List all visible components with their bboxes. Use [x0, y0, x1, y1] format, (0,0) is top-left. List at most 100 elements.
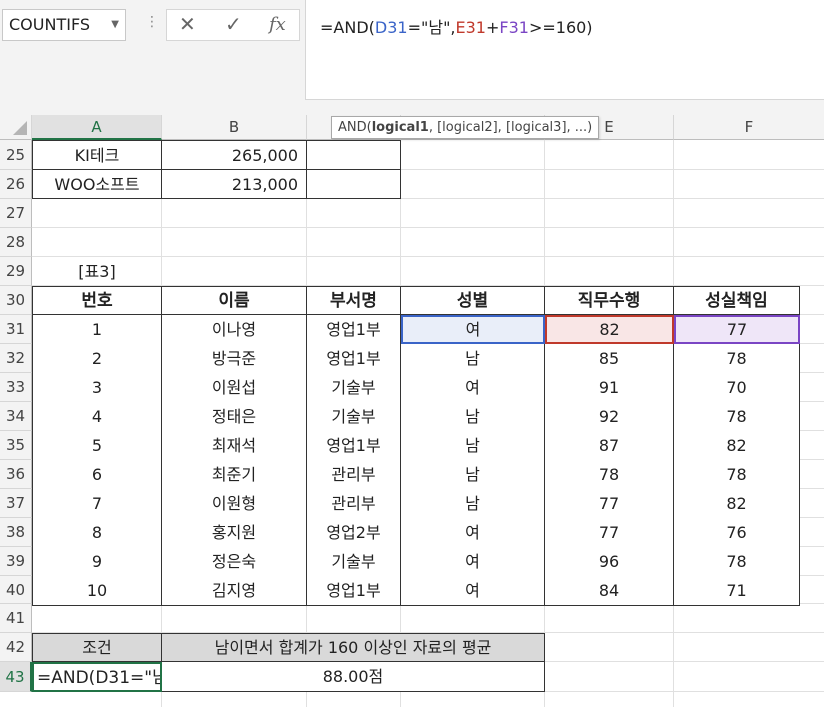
table-cell[interactable]: 91 [545, 373, 674, 402]
table-cell[interactable]: 정은숙 [162, 547, 307, 576]
table-cell[interactable]: 홍지원 [162, 518, 307, 547]
table-cell[interactable]: 78 [674, 402, 800, 431]
company-name-cell[interactable]: WOO소프트 [32, 170, 162, 199]
table-cell[interactable]: 남 [401, 489, 545, 518]
table-cell[interactable]: 96 [545, 547, 674, 576]
row-header[interactable]: 29 [0, 257, 32, 286]
table-cell[interactable]: 남 [401, 344, 545, 373]
table-cell[interactable]: 정태은 [162, 402, 307, 431]
table-cell[interactable]: 관리부 [307, 460, 401, 489]
table-cell[interactable]: 이나영 [162, 315, 307, 344]
insert-function-icon[interactable]: fx [269, 14, 286, 35]
row-header[interactable]: 40 [0, 576, 32, 604]
table-cell[interactable]: 78 [674, 460, 800, 489]
active-cell-editor[interactable]: =AND(D31="남 [32, 662, 162, 692]
row-header[interactable]: 37 [0, 489, 32, 518]
table-cell[interactable]: 9 [32, 547, 162, 576]
table-cell[interactable]: 1 [32, 315, 162, 344]
table-cell[interactable]: 영업1부 [307, 315, 401, 344]
empty-cell[interactable] [307, 140, 401, 170]
company-value-cell[interactable]: 213,000 [162, 170, 307, 199]
table-cell[interactable]: 78 [674, 547, 800, 576]
chevron-down-icon[interactable]: ▼ [111, 10, 119, 40]
result-value[interactable]: 88.00점 [162, 662, 545, 692]
table-cell[interactable]: 이원섭 [162, 373, 307, 402]
table-header-cell[interactable]: 성실책임 [674, 286, 800, 315]
table-header-cell[interactable]: 번호 [32, 286, 162, 315]
table-cell[interactable]: 76 [674, 518, 800, 547]
table-cell[interactable]: 최재석 [162, 431, 307, 460]
table-cell[interactable]: 84 [545, 576, 674, 606]
table-header-cell[interactable]: 성별 [401, 286, 545, 315]
criteria-label[interactable]: 조건 [32, 633, 162, 662]
table-cell[interactable]: 3 [32, 373, 162, 402]
table-cell[interactable]: 77 [674, 315, 800, 344]
table-cell[interactable]: 82 [545, 315, 674, 344]
result-header[interactable]: 남이면서 합계가 160 이상인 자료의 평균 [162, 633, 545, 662]
table-cell[interactable]: 최준기 [162, 460, 307, 489]
table-cell[interactable]: 8 [32, 518, 162, 547]
table-cell[interactable]: 남 [401, 431, 545, 460]
table-cell[interactable]: 이원형 [162, 489, 307, 518]
row-header[interactable]: 28 [0, 228, 32, 257]
table-cell[interactable]: 영업1부 [307, 576, 401, 606]
row-header[interactable]: 34 [0, 402, 32, 431]
more-options-icon[interactable]: ⋮ [145, 14, 159, 30]
table-cell[interactable]: 70 [674, 373, 800, 402]
table-header-cell[interactable]: 이름 [162, 286, 307, 315]
table-title[interactable]: [표3] [32, 257, 162, 286]
table-cell[interactable]: 78 [674, 344, 800, 373]
column-header-b[interactable]: B [162, 115, 307, 140]
table-cell[interactable]: 6 [32, 460, 162, 489]
table-cell[interactable]: 여 [401, 547, 545, 576]
row-header[interactable]: 31 [0, 315, 32, 344]
table-cell[interactable]: 김지영 [162, 576, 307, 606]
table-cell[interactable]: 관리부 [307, 489, 401, 518]
cancel-icon[interactable]: ✕ [179, 12, 196, 36]
table-cell[interactable]: 기술부 [307, 547, 401, 576]
table-cell[interactable]: 10 [32, 576, 162, 606]
table-cell[interactable]: 71 [674, 576, 800, 606]
row-header[interactable]: 39 [0, 547, 32, 576]
row-header[interactable]: 27 [0, 199, 32, 228]
table-cell[interactable]: 5 [32, 431, 162, 460]
company-value-cell[interactable]: 265,000 [162, 140, 307, 170]
table-cell[interactable]: 남 [401, 460, 545, 489]
table-cell[interactable]: 기술부 [307, 373, 401, 402]
table-cell[interactable]: 영업2부 [307, 518, 401, 547]
row-header[interactable]: 38 [0, 518, 32, 547]
table-cell[interactable]: 여 [401, 315, 545, 344]
table-cell[interactable]: 영업1부 [307, 431, 401, 460]
table-cell[interactable]: 여 [401, 518, 545, 547]
table-cell[interactable]: 2 [32, 344, 162, 373]
row-header[interactable]: 41 [0, 604, 32, 633]
table-cell[interactable]: 여 [401, 576, 545, 606]
column-header-a[interactable]: A [32, 115, 162, 140]
table-cell[interactable]: 77 [545, 518, 674, 547]
table-cell[interactable]: 영업1부 [307, 344, 401, 373]
table-cell[interactable]: 방극준 [162, 344, 307, 373]
select-all-corner[interactable] [0, 115, 32, 140]
table-cell[interactable]: 7 [32, 489, 162, 518]
table-cell[interactable]: 92 [545, 402, 674, 431]
column-header-f[interactable]: F [674, 115, 824, 140]
row-header[interactable]: 33 [0, 373, 32, 402]
function-tooltip[interactable]: AND(logical1, [logical2], [logical3], ..… [331, 116, 600, 139]
formula-input[interactable]: =AND(D31="남",E31+F31>=160) [305, 0, 824, 100]
table-cell[interactable]: 82 [674, 431, 800, 460]
table-header-cell[interactable]: 직무수행 [545, 286, 674, 315]
row-header[interactable]: 42 [0, 633, 32, 662]
table-cell[interactable]: 여 [401, 373, 545, 402]
table-cell[interactable]: 82 [674, 489, 800, 518]
table-cell[interactable]: 77 [545, 489, 674, 518]
row-header[interactable]: 32 [0, 344, 32, 373]
table-cell[interactable]: 남 [401, 402, 545, 431]
row-header[interactable]: 25 [0, 140, 32, 170]
table-cell[interactable]: 기술부 [307, 402, 401, 431]
table-header-cell[interactable]: 부서명 [307, 286, 401, 315]
table-cell[interactable]: 78 [545, 460, 674, 489]
company-name-cell[interactable]: KI테크 [32, 140, 162, 170]
row-header[interactable]: 36 [0, 460, 32, 489]
table-cell[interactable]: 85 [545, 344, 674, 373]
table-cell[interactable]: 87 [545, 431, 674, 460]
